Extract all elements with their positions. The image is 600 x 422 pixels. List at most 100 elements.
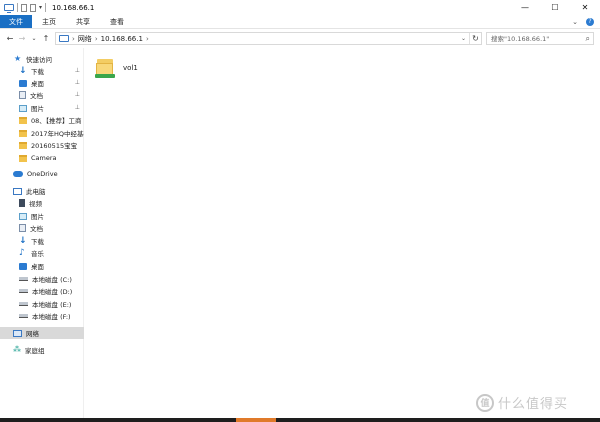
window-controls: — ☐ ✕	[510, 0, 600, 15]
list-item[interactable]: vol1	[95, 53, 155, 83]
file-list[interactable]: vol1	[85, 48, 600, 418]
sidebar-item-label: 图片	[31, 213, 44, 221]
picture-icon	[19, 212, 27, 220]
sidebar-item-onedrive[interactable]: OneDrive	[0, 168, 84, 180]
shared-folder-icon	[95, 57, 115, 79]
sidebar-item-folder-20160515[interactable]: 20160515宝宝	[0, 139, 84, 151]
sidebar-item-label: 快速访问	[26, 56, 52, 64]
pin-icon[interactable]: ⊥	[75, 67, 80, 74]
picture-icon	[19, 104, 27, 112]
refresh-button[interactable]: ↻	[469, 33, 481, 44]
sidebar-item-this-pc[interactable]: 此电脑	[0, 185, 84, 197]
computer-icon[interactable]	[4, 4, 14, 13]
address-dropdown-icon[interactable]: ⌄	[458, 35, 469, 42]
quick-access-toolbar: ▾	[0, 0, 47, 15]
sidebar-item-videos[interactable]: 视频	[0, 197, 84, 209]
navigation-pane: ★ 快速访问 ↓ 下载 ⊥ 桌面 ⊥ 文档 ⊥ 图片 ⊥ 08、【推荐】工商 2…	[0, 48, 84, 418]
breadcrumb-host[interactable]: 10.168.66.1	[101, 35, 143, 43]
watermark: 值 什么值得买	[476, 393, 568, 412]
customize-toolbar-icon[interactable]: ▾	[39, 4, 42, 11]
cloud-icon	[13, 171, 23, 177]
sidebar-item-drive-c[interactable]: 本地磁盘 (C:)	[0, 273, 84, 285]
maximize-button[interactable]: ☐	[540, 0, 570, 15]
folder-icon	[19, 116, 27, 124]
computer-icon	[13, 187, 22, 195]
sidebar-item-label: 视频	[29, 200, 42, 208]
up-button[interactable]: ↑	[40, 34, 52, 43]
drive-icon	[19, 314, 28, 318]
network-icon	[59, 35, 69, 42]
sidebar-item-label: 文档	[30, 225, 43, 233]
sidebar-item-camera[interactable]: Camera	[0, 152, 84, 164]
sidebar-item-label: 文档	[30, 92, 43, 100]
properties-icon[interactable]	[21, 3, 27, 12]
expand-ribbon-icon[interactable]: ⌄	[572, 18, 578, 26]
sidebar-item-drive-e[interactable]: 本地磁盘 (E:)	[0, 298, 84, 310]
desktop-icon	[19, 79, 27, 87]
drive-icon	[19, 302, 28, 306]
new-folder-icon[interactable]	[30, 3, 36, 12]
breadcrumb-chevron-icon[interactable]: ›	[72, 35, 75, 43]
music-icon: ♪	[19, 248, 25, 258]
folder-icon	[19, 141, 27, 149]
ribbon-tabs: 文件 主页 共享 查看 ⌄ ?	[0, 15, 600, 29]
close-button[interactable]: ✕	[570, 0, 600, 15]
search-icon[interactable]: ⌕	[586, 34, 590, 44]
document-icon	[19, 91, 26, 99]
sidebar-item-folder-08[interactable]: 08、【推荐】工商	[0, 114, 84, 126]
pin-icon[interactable]: ⊥	[75, 91, 80, 98]
title-bar: ▾ 10.168.66.1 — ☐ ✕	[0, 0, 600, 15]
sidebar-item-label: 桌面	[31, 263, 44, 271]
video-icon	[19, 199, 25, 207]
sidebar-item-label: 08、【推荐】工商	[31, 117, 82, 125]
sidebar-item-pc-desktop[interactable]: 桌面	[0, 260, 84, 272]
sidebar-item-label: 本地磁盘 (E:)	[32, 301, 72, 309]
sidebar-item-desktop[interactable]: 桌面 ⊥	[0, 77, 84, 89]
sidebar-item-drive-f[interactable]: 本地磁盘 (F:)	[0, 310, 84, 322]
sidebar-item-drive-d[interactable]: 本地磁盘 (D:)	[0, 285, 84, 297]
star-icon: ★	[14, 54, 22, 63]
breadcrumb-chevron-icon[interactable]: ›	[146, 35, 149, 43]
ribbon-right-controls: ⌄ ?	[572, 15, 600, 28]
tab-file[interactable]: 文件	[0, 15, 32, 28]
sidebar-item-label: 20160515宝宝	[31, 142, 78, 150]
sidebar-item-label: 桌面	[31, 80, 44, 88]
sidebar-item-homegroup[interactable]: ⁂ 家庭组	[0, 344, 84, 356]
forward-button[interactable]: →	[16, 34, 28, 43]
breadcrumb-chevron-icon[interactable]: ›	[95, 35, 98, 43]
sidebar-item-folder-2017[interactable]: 2017年HQ中经基础	[0, 127, 84, 139]
folder-icon	[19, 129, 27, 137]
download-icon: ↓	[19, 66, 27, 76]
tab-share[interactable]: 共享	[66, 15, 100, 28]
sidebar-item-documents[interactable]: 文档 ⊥	[0, 89, 84, 101]
sidebar-item-downloads[interactable]: ↓ 下载 ⊥	[0, 65, 84, 77]
drive-icon	[19, 289, 28, 293]
navigation-bar: ← → ⌄ ↑ › 网络 › 10.168.66.1 › ⌄ ↻ ⌕	[0, 29, 600, 48]
sidebar-item-pc-pictures[interactable]: 图片	[0, 210, 84, 222]
tab-home[interactable]: 主页	[32, 15, 66, 28]
sidebar-item-label: 本地磁盘 (F:)	[32, 313, 71, 321]
sidebar-item-label: 图片	[31, 105, 44, 113]
back-button[interactable]: ←	[4, 34, 16, 43]
sidebar-item-pc-downloads[interactable]: ↓ 下载	[0, 235, 84, 247]
item-name: vol1	[123, 64, 138, 72]
sidebar-item-pictures[interactable]: 图片 ⊥	[0, 102, 84, 114]
breadcrumb-network[interactable]: 网络	[78, 34, 92, 44]
sidebar-item-music[interactable]: ♪ 音乐	[0, 247, 84, 259]
address-bar[interactable]: › 网络 › 10.168.66.1 › ⌄ ↻	[55, 32, 482, 45]
recent-locations-button[interactable]: ⌄	[28, 35, 40, 42]
toolbar-divider	[45, 3, 47, 12]
sidebar-item-quick-access[interactable]: ★ 快速访问	[0, 53, 84, 65]
sidebar-item-network[interactable]: 网络	[0, 327, 84, 339]
sidebar-item-pc-documents[interactable]: 文档	[0, 222, 84, 234]
pin-icon[interactable]: ⊥	[75, 104, 80, 111]
search-input[interactable]	[491, 34, 581, 43]
pin-icon[interactable]: ⊥	[75, 79, 80, 86]
window-title: 10.168.66.1	[52, 3, 95, 12]
document-icon	[19, 224, 26, 232]
help-icon[interactable]: ?	[586, 17, 594, 26]
minimize-button[interactable]: —	[510, 0, 540, 15]
tab-view[interactable]: 查看	[100, 15, 134, 28]
taskbar-edge	[0, 418, 600, 422]
search-box[interactable]: ⌕	[486, 32, 594, 45]
